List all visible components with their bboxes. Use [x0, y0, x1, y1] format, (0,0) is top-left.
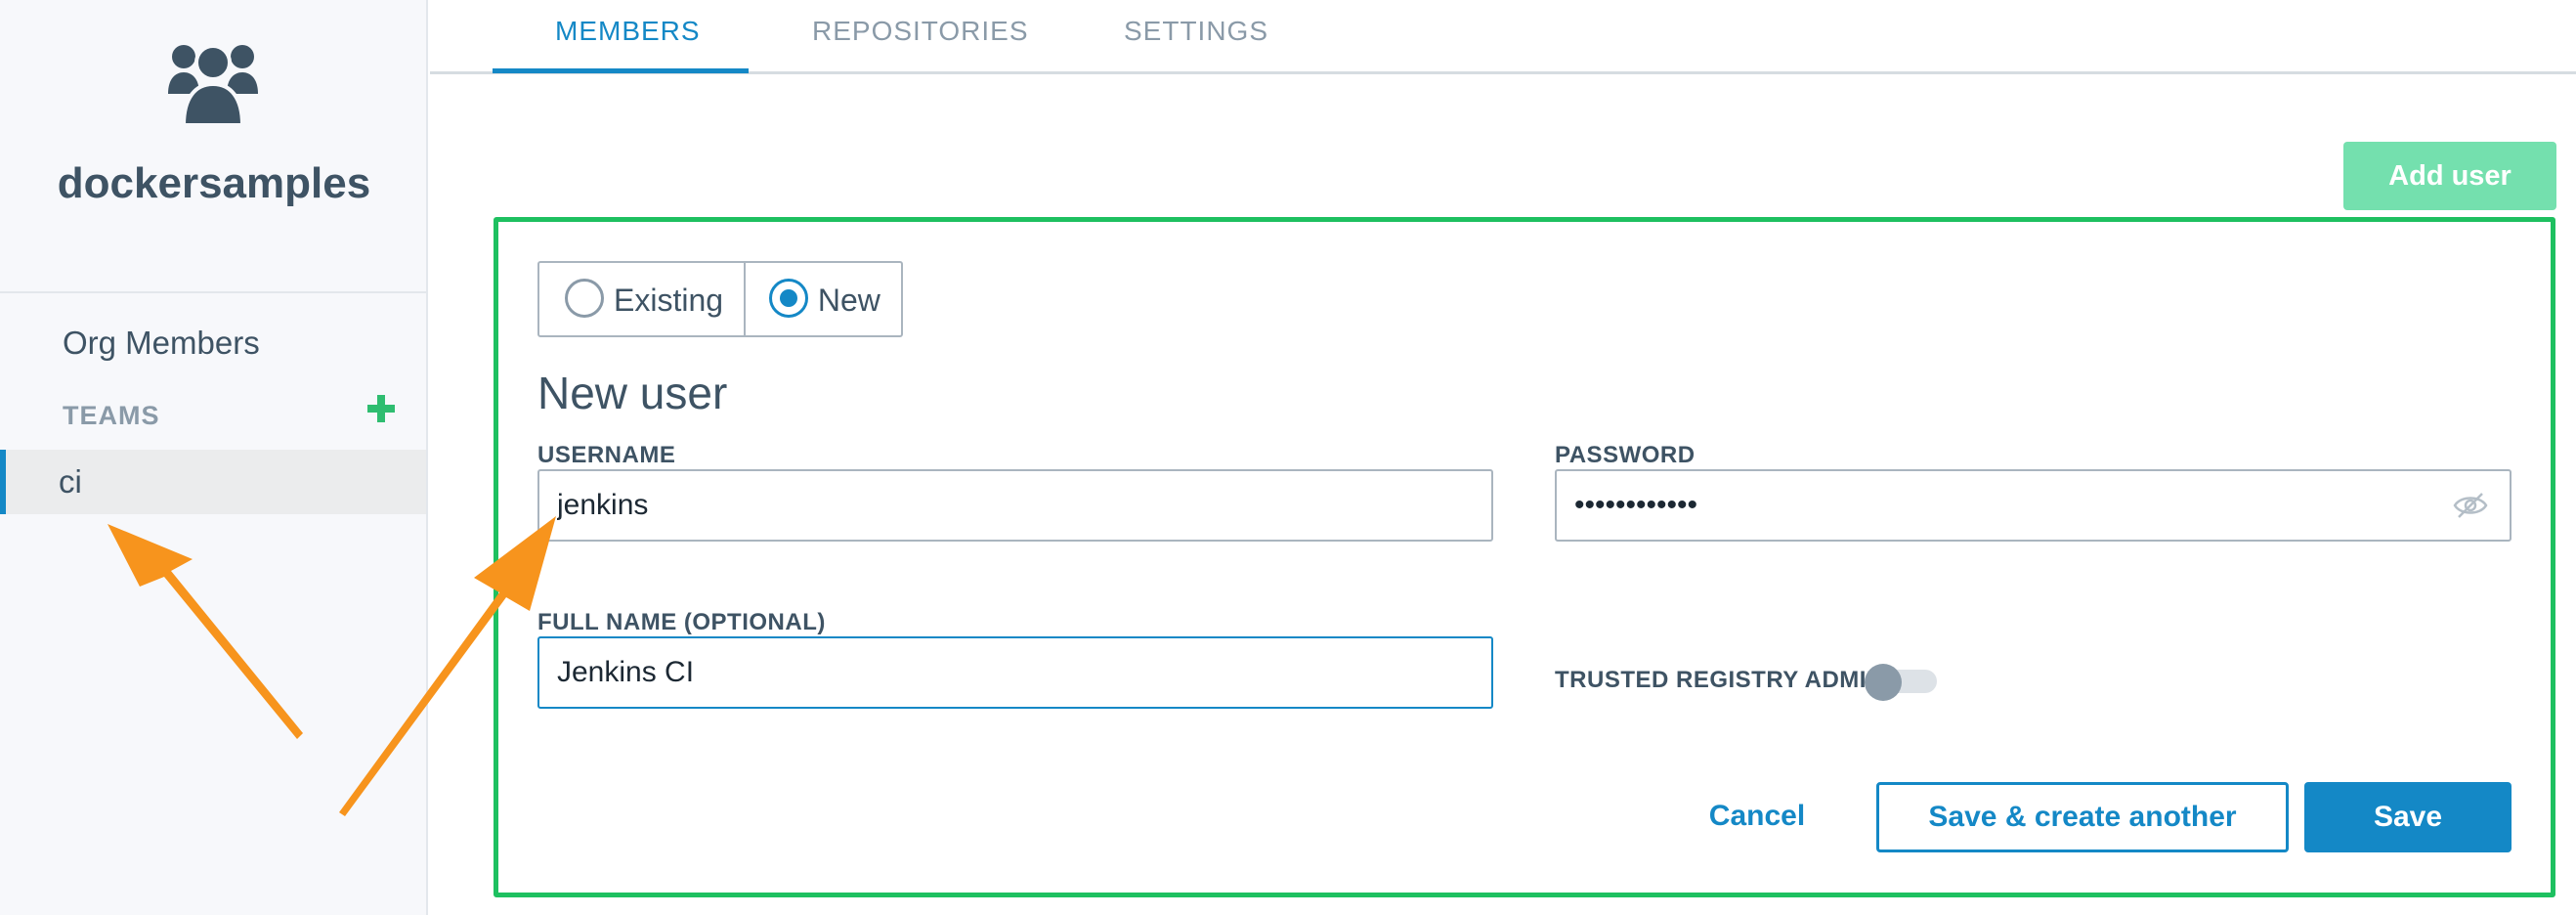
cancel-button[interactable]: Cancel	[1685, 782, 1829, 850]
tab-bar: MEMBERS REPOSITORIES SETTINGS	[430, 0, 2576, 74]
sidebar-divider	[0, 291, 426, 293]
password-label: PASSWORD	[1555, 442, 1696, 468]
sidebar-item-org-members[interactable]: Org Members	[63, 325, 260, 362]
active-tab-indicator	[493, 68, 749, 73]
org-sidebar: dockersamples Org Members TEAMS ci	[0, 0, 428, 915]
password-input[interactable]	[1555, 469, 2512, 542]
mode-existing-label: Existing	[614, 283, 724, 318]
mode-new-label: New	[817, 283, 880, 318]
toggle-knob	[1865, 664, 1902, 701]
tab-settings[interactable]: SETTINGS	[1124, 16, 1268, 47]
org-name: dockersamples	[57, 159, 371, 207]
eye-slash-icon[interactable]	[2453, 492, 2488, 519]
radio-checked-icon	[768, 279, 808, 318]
users-group-icon	[168, 44, 258, 125]
sidebar-item-team-ci[interactable]: ci	[0, 450, 426, 514]
form-title: New user	[537, 368, 728, 418]
tab-members[interactable]: MEMBERS	[555, 16, 701, 47]
teams-heading: TEAMS	[63, 401, 160, 430]
radio-unchecked-icon	[565, 279, 604, 318]
mode-existing-option[interactable]: Existing	[539, 263, 746, 335]
team-label: ci	[59, 463, 82, 500]
save-and-create-another-button[interactable]: Save & create another	[1876, 782, 2289, 852]
save-button[interactable]: Save	[2304, 782, 2512, 852]
fullname-label: FULL NAME (OPTIONAL)	[537, 609, 826, 635]
add-team-plus-icon[interactable]	[365, 393, 397, 424]
user-mode-segmented-control: Existing New	[537, 261, 903, 337]
mode-new-option[interactable]: New	[746, 263, 901, 335]
tab-repositories[interactable]: REPOSITORIES	[812, 16, 1029, 47]
trusted-registry-admin-label: TRUSTED REGISTRY ADMIN	[1555, 667, 1884, 693]
fullname-input[interactable]	[537, 636, 1493, 709]
username-input[interactable]	[537, 469, 1493, 542]
trusted-registry-admin-toggle[interactable]	[1865, 664, 1937, 701]
username-label: USERNAME	[537, 442, 676, 468]
add-user-button[interactable]: Add user	[2343, 142, 2556, 210]
